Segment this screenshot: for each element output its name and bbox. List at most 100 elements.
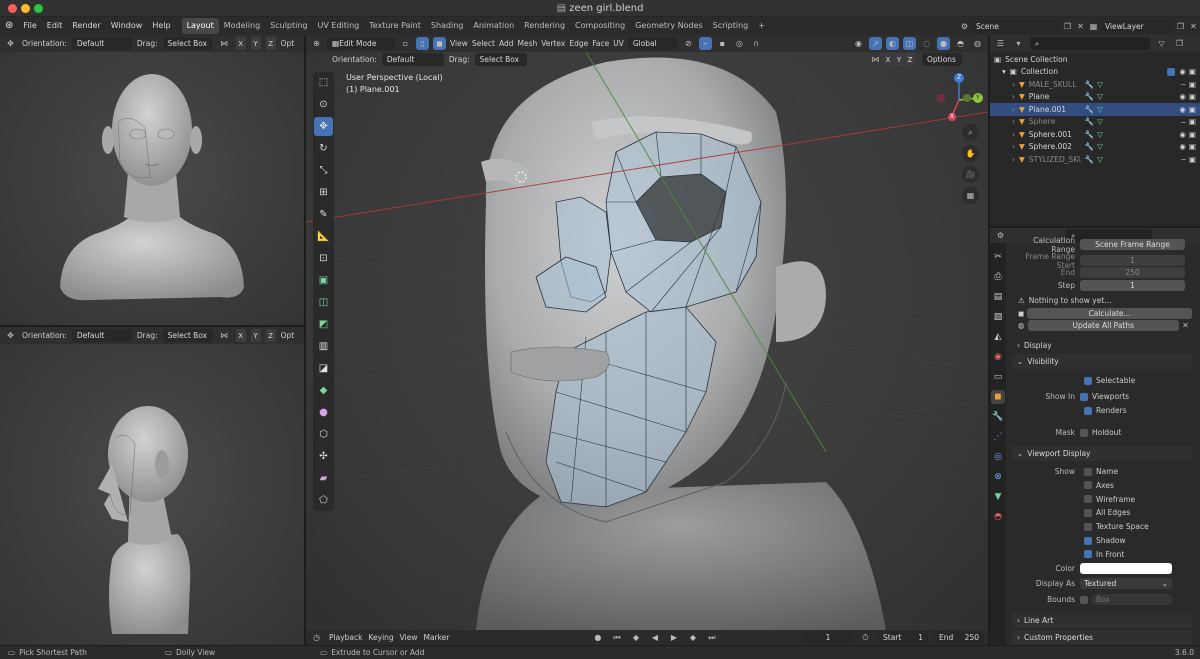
scene-collection-row[interactable]: ▣ Scene Collection (990, 53, 1200, 66)
transform-pivot-icon[interactable]: ✥ (4, 329, 17, 342)
shading-rendered-icon[interactable]: ◍ (971, 37, 984, 50)
select-box-tool-icon[interactable]: ⬚ (314, 73, 333, 92)
edge-select-icon[interactable]: ▯ (416, 37, 429, 50)
show-option-checkbox[interactable] (1084, 536, 1092, 545)
collection-row[interactable]: ▾ ▣ Collection ◉ ▣ (990, 66, 1200, 79)
record-icon[interactable]: ● (591, 631, 604, 644)
show-option-row[interactable]: All Edges (1012, 506, 1192, 519)
rotate-tool-icon[interactable]: ↻ (314, 139, 333, 158)
shear-tool-icon[interactable]: ⬠ (314, 491, 333, 510)
axis-z-toggle[interactable]: Z (265, 329, 276, 342)
visibility-icon[interactable]: ◉ (852, 37, 865, 50)
expand-arrow-icon[interactable]: ▾ (1002, 67, 1006, 76)
start-frame-field[interactable]: Start 1 (878, 631, 928, 644)
mirror-icon[interactable]: ⋈ (218, 329, 231, 342)
frame-start-field[interactable]: 1 (1080, 255, 1185, 266)
extrude-tool-icon[interactable]: ▣ (314, 271, 333, 290)
data-tab-icon[interactable]: ▼ (991, 490, 1005, 504)
outliner-item[interactable]: › ▼ Plane 🔧 ▽ ◉ ▣ (990, 91, 1200, 104)
camera-icon[interactable]: 🎥 (962, 166, 979, 183)
menu-select[interactable]: Select (472, 39, 495, 48)
show-option-row[interactable]: Axes (1012, 479, 1192, 492)
pan-hand-icon[interactable]: ✋ (962, 145, 979, 162)
menu-mesh[interactable]: Mesh (517, 39, 537, 48)
loop-cut-tool-icon[interactable]: ▥ (314, 337, 333, 356)
shading-solid-icon[interactable]: ● (937, 37, 950, 50)
camera-render-icon[interactable]: ▣ (1189, 142, 1196, 151)
blender-logo-icon[interactable]: ⊛ (0, 17, 18, 35)
overlay-toggle-icon[interactable]: ◐ (886, 37, 899, 50)
main-viewport[interactable]: User Perspective (Local) (1) Plane.001 O… (306, 52, 988, 630)
show-option-row[interactable]: Name (1012, 465, 1192, 478)
options-button[interactable]: Opt (281, 39, 295, 48)
camera-render-icon[interactable]: ▣ (1189, 92, 1196, 101)
timeline-editor-icon[interactable]: ◷ (310, 631, 323, 644)
play-icon[interactable]: ▶ (667, 631, 680, 644)
tab-geometry-nodes[interactable]: Geometry Nodes (630, 18, 707, 34)
bevel-tool-icon[interactable]: ◩ (314, 315, 333, 334)
modifier-tab-icon[interactable]: 🔧 (991, 410, 1005, 424)
tab-animation[interactable]: Animation (468, 18, 519, 34)
outliner-item[interactable]: › ▼ Sphere.001 🔧 ▽ ◉ ▣ (990, 128, 1200, 141)
inset-tool-icon[interactable]: ◫ (314, 293, 333, 312)
object-tab-icon[interactable]: ◼ (991, 390, 1005, 404)
end-frame-field[interactable]: End 250 (934, 631, 984, 644)
color-swatch[interactable] (1080, 563, 1172, 574)
scene-selector[interactable]: Scene (971, 19, 1061, 33)
mirror-icon[interactable]: ⋈ (218, 37, 231, 50)
smooth-tool-icon[interactable]: ⬡ (314, 425, 333, 444)
drag-dropdown[interactable]: Select Box (162, 329, 213, 342)
mode-dropdown[interactable]: ▦ Edit Mode (327, 37, 395, 50)
move-tool-icon[interactable]: ✥ (314, 117, 333, 136)
hide-in-viewport-icon[interactable]: ⌣ (1181, 117, 1186, 127)
measure-tool-icon[interactable]: 📐 (314, 227, 333, 246)
drag-dropdown[interactable]: Select Box (474, 52, 527, 66)
menu-vertex[interactable]: Vertex (541, 39, 565, 48)
menu-marker[interactable]: Marker (423, 633, 449, 642)
scene-tab-icon[interactable]: ◭ (991, 330, 1005, 344)
renders-checkbox[interactable] (1084, 406, 1092, 415)
tab-rendering[interactable]: Rendering (519, 18, 570, 34)
drag-dropdown[interactable]: Select Box (162, 37, 213, 50)
camera-render-icon[interactable]: ▣ (1189, 67, 1196, 76)
orientation-dropdown[interactable]: Default (381, 52, 444, 66)
line-art-section-header[interactable]: › Line Art (1012, 613, 1192, 628)
xray-toggle-icon[interactable]: ◫ (903, 37, 916, 50)
menu-playback[interactable]: Playback (329, 633, 362, 642)
delete-view-layer-icon[interactable]: ✕ (1187, 20, 1200, 33)
hide-in-viewport-icon[interactable]: ⌣ (1181, 79, 1186, 89)
orientation-dropdown[interactable]: Default (71, 37, 132, 50)
show-option-checkbox[interactable] (1084, 522, 1092, 531)
expand-arrow-icon[interactable]: › (1012, 142, 1015, 151)
hide-in-viewport-icon[interactable]: ◉ (1179, 142, 1186, 151)
collection-exclude-checkbox[interactable] (1167, 67, 1176, 76)
zoom-icon[interactable]: ⌕ (962, 124, 979, 141)
outliner-item[interactable]: › ▼ MALE_SKULL 🔧 ▽ ⌣ ▣ (990, 78, 1200, 91)
menu-keying[interactable]: Keying (368, 633, 393, 642)
snap-icon[interactable]: ⌁ (698, 37, 712, 50)
camera-render-icon[interactable]: ▣ (1189, 130, 1196, 139)
step-field[interactable]: 1 (1080, 280, 1185, 291)
bounds-dropdown[interactable]: Box (1092, 594, 1172, 605)
transform-pivot-icon[interactable]: ✥ (4, 37, 17, 50)
show-option-row[interactable]: Wireframe (1012, 493, 1192, 506)
edge-slide-tool-icon[interactable]: ✣ (314, 447, 333, 466)
play-reverse-icon[interactable]: ◀ (648, 631, 661, 644)
knife-tool-icon[interactable]: ◪ (314, 359, 333, 378)
eye-icon[interactable]: ◉ (1179, 67, 1186, 76)
menu-face[interactable]: Face (592, 39, 609, 48)
add-cube-tool-icon[interactable]: ⊡ (314, 249, 333, 268)
left-bottom-viewport[interactable] (0, 344, 304, 645)
outliner-search-input[interactable]: ⌕ (1030, 37, 1150, 50)
show-option-checkbox[interactable] (1084, 467, 1092, 476)
outliner-item[interactable]: › ▼ Sphere.002 🔧 ▽ ◉ ▣ (990, 141, 1200, 154)
poly-build-tool-icon[interactable]: ◆ (314, 381, 333, 400)
menu-add[interactable]: Add (499, 39, 514, 48)
scale-tool-icon[interactable]: ⤡ (314, 161, 333, 180)
menu-render[interactable]: Render (67, 17, 105, 35)
axis-z-toggle[interactable]: Z (265, 37, 276, 50)
grid-perspective-icon[interactable]: ▦ (962, 187, 979, 204)
collection-tab-icon[interactable]: ▭ (991, 370, 1005, 384)
camera-render-icon[interactable]: ▣ (1189, 80, 1196, 89)
annotate-tool-icon[interactable]: ✎ (314, 205, 333, 224)
